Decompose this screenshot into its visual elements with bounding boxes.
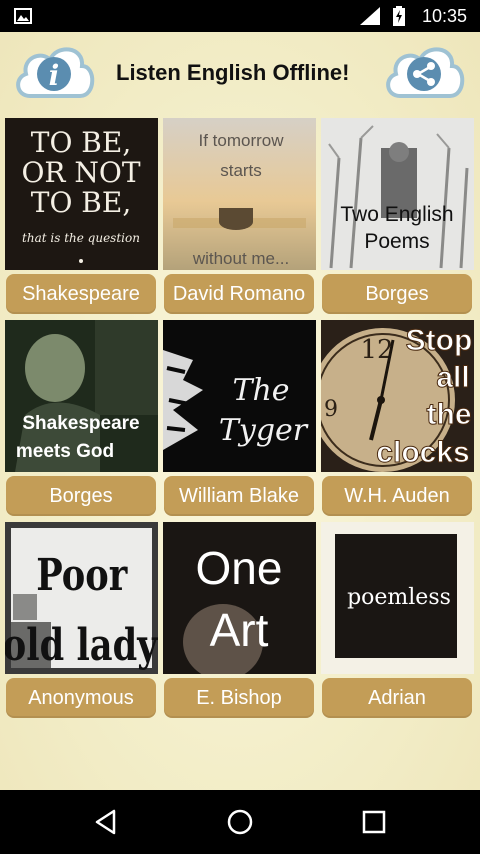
cover-text: Tyger (219, 413, 309, 448)
home-icon[interactable] (226, 808, 254, 836)
cover-text: poemless (347, 585, 451, 610)
cover-text: Two English (340, 203, 453, 226)
cover-text: meets God (16, 441, 114, 462)
poem-tile[interactable]: The Tyger William Blake (163, 320, 316, 516)
share-cloud-icon (386, 47, 465, 98)
info-button[interactable]: i (10, 40, 98, 106)
poem-cover-image[interactable]: TO BE, OR NOT TO BE, that is the questio… (5, 118, 158, 270)
signal-icon (360, 7, 380, 25)
battery-charging-icon (393, 6, 405, 26)
info-cloud-icon: i (16, 47, 95, 98)
author-button[interactable]: E. Bishop (164, 678, 314, 718)
poem-tile[interactable]: Shakespeare meets God Borges (5, 320, 158, 516)
cover-text: If tomorrow (198, 131, 284, 150)
author-button[interactable]: Shakespeare (6, 274, 156, 314)
poem-cover-image[interactable]: poemless (321, 522, 474, 674)
app-title: Listen English Offline! (116, 60, 350, 85)
author-button[interactable]: William Blake (164, 476, 314, 516)
poem-cover-image[interactable]: 12 9 Stop all the clocks (321, 320, 474, 472)
poem-cover-image[interactable]: Shakespeare meets God (5, 320, 158, 472)
author-button[interactable]: David Romano (164, 274, 314, 314)
cover-text: all (436, 361, 469, 394)
poem-cover-image[interactable]: The Tyger (163, 320, 316, 472)
poem-cover-image[interactable]: One Art (163, 522, 316, 674)
svg-text:9: 9 (324, 397, 338, 422)
author-button[interactable]: Adrian (322, 678, 472, 718)
cover-text: clocks (376, 436, 469, 469)
cover-text: TO BE, (31, 126, 131, 159)
cover-text: Poor (36, 550, 128, 601)
author-button[interactable]: Borges (322, 274, 472, 314)
cover-text: OR NOT (21, 156, 140, 189)
poem-tile[interactable]: 12 9 Stop all the clocks W.H. Auden (321, 320, 474, 516)
cover-text: One (196, 542, 283, 594)
poem-cover-image[interactable]: Poor old lady (5, 522, 158, 674)
poem-tile[interactable]: Poor old lady Anonymous (5, 522, 158, 718)
cover-text: TO BE, (31, 186, 131, 219)
cover-text: The (232, 373, 289, 408)
poem-cover-image[interactable]: Two English Poems (321, 118, 474, 270)
back-icon[interactable] (92, 808, 120, 836)
poem-tile[interactable]: If tomorrow starts without me... David R… (163, 118, 316, 314)
cover-text: without me... (192, 249, 289, 268)
author-button[interactable]: Borges (6, 476, 156, 516)
poem-cover-image[interactable]: If tomorrow starts without me... (163, 118, 316, 270)
cover-text: that is the question (22, 231, 140, 245)
poem-tile[interactable]: One Art E. Bishop (163, 522, 316, 718)
poem-tile[interactable]: poemless Adrian (321, 522, 474, 718)
poem-tile[interactable]: TO BE, OR NOT TO BE, that is the questio… (5, 118, 158, 314)
cover-text: Poems (364, 230, 429, 253)
author-button[interactable]: W.H. Auden (322, 476, 472, 516)
image-notification-icon (14, 8, 32, 24)
cover-text: Shakespeare (22, 413, 139, 434)
share-button[interactable] (380, 40, 468, 106)
cover-text: the (427, 398, 472, 431)
cover-text: starts (220, 161, 262, 180)
status-time: 10:35 (422, 6, 468, 26)
svg-text:i: i (49, 59, 60, 92)
cover-text: Stop (406, 324, 473, 357)
app-header: i Listen English Offline! (0, 32, 480, 114)
author-button[interactable]: Anonymous (6, 678, 156, 718)
poem-tile[interactable]: Two English Poems Borges (321, 118, 474, 314)
navigation-bar (0, 790, 480, 854)
status-bar: 10:35 (0, 0, 480, 32)
recents-icon[interactable] (360, 808, 388, 836)
cover-text: Art (210, 604, 269, 656)
cover-text: old lady (5, 620, 158, 671)
